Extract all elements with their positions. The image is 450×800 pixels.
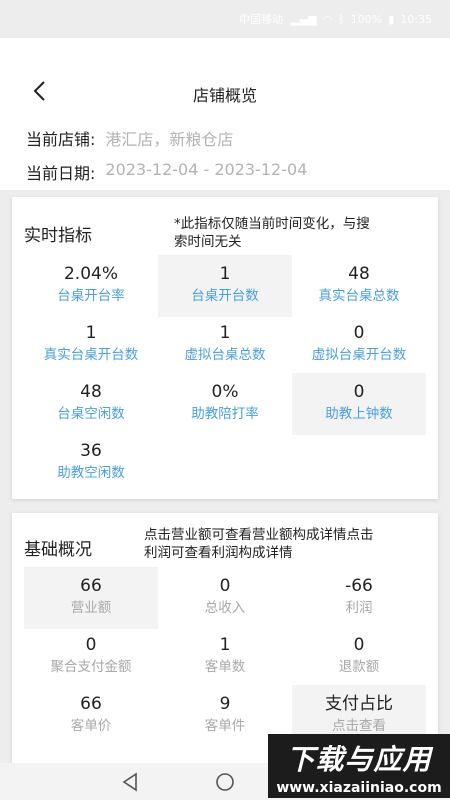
current-date-value: 2023-12-04 - 2023-12-04 (105, 160, 308, 179)
current-shop-label: 当前店铺: (26, 130, 96, 149)
home-circle-icon[interactable] (214, 771, 236, 793)
metric-coaches-idle[interactable]: 36 助教空闲数 (24, 432, 158, 494)
realtime-note: *此指标仅随当前时间变化，与搜 索时间无关 (174, 216, 370, 250)
basic-overview-card: 基础概况 点击营业额可查看营业额构成详情点击 利润可查看利润构成详情 66 营业… (12, 513, 438, 763)
battery-text: 100% (350, 12, 383, 26)
metric-order-count[interactable]: 1 客单数 (158, 626, 292, 688)
current-shop-row: 当前店铺: 港汇店，新粮仓店 (26, 126, 233, 150)
metric-revenue[interactable]: 66 营业额 (24, 567, 158, 629)
metric-coach-play-rate[interactable]: 0% 助教陪打率 (158, 373, 292, 435)
metric-refund-amount[interactable]: 0 退款额 (292, 626, 426, 688)
signal-icon: ▂▄▆ (291, 12, 317, 26)
metric-total-income[interactable]: 0 总收入 (158, 567, 292, 629)
header-area: 店铺概览 当前店铺: 港汇店，新粮仓店 当前日期: 2023-12-04 - 2… (0, 38, 450, 190)
navigation-bar: 店铺概览 (0, 72, 450, 112)
back-triangle-icon[interactable] (120, 771, 142, 793)
basic-note: 点击营业额可查看营业额构成详情点击 利润可查看利润构成详情 (144, 527, 374, 561)
carrier-text: 中国移动 (239, 13, 284, 26)
clock-text: 10:35 (400, 12, 432, 26)
watermark-logo: 下载与应用 www.xiazaiiniao.com (268, 734, 450, 798)
page-title: 店铺概览 (192, 86, 257, 105)
metric-virtual-tables-total[interactable]: 1 虚拟台桌总数 (158, 314, 292, 376)
realtime-indicators-card: 实时指标 *此指标仅随当前时间变化，与搜 索时间无关 2.04% 台桌开台率 1… (12, 197, 438, 499)
metric-virtual-tables-opened[interactable]: 0 虚拟台桌开台数 (292, 314, 426, 376)
metric-table-open-rate[interactable]: 2.04% 台桌开台率 (24, 255, 158, 317)
metric-tables-opened[interactable]: 1 台桌开台数 (158, 255, 292, 317)
wifi-icon: ◠ (322, 12, 333, 26)
current-date-row: 当前日期: 2023-12-04 - 2023-12-04 (26, 160, 307, 184)
metric-coaches-on-duty[interactable]: 0 助教上钟数 (292, 373, 426, 435)
metric-real-tables-total[interactable]: 48 真实台桌总数 (292, 255, 426, 317)
current-shop-value: 港汇店，新粮仓店 (105, 130, 234, 149)
status-bar: 中国移动 ▂▄▆ ◠ ᛒ 100% ▮ 10:35 (0, 0, 450, 38)
metric-aggregate-payment[interactable]: 0 聚合支付金额 (24, 626, 158, 688)
bluetooth-icon: ᛒ (338, 12, 345, 26)
metric-profit[interactable]: -66 利润 (292, 567, 426, 629)
metric-real-tables-opened[interactable]: 1 真实台桌开台数 (24, 314, 158, 376)
basic-title: 基础概况 (24, 540, 92, 560)
current-date-label: 当前日期: (26, 164, 96, 183)
realtime-title: 实时指标 (24, 226, 92, 246)
metric-avg-order-price[interactable]: 66 客单价 (24, 685, 158, 747)
metric-tables-idle[interactable]: 48 台桌空闲数 (24, 373, 158, 435)
battery-icon: ▮ (388, 12, 395, 26)
